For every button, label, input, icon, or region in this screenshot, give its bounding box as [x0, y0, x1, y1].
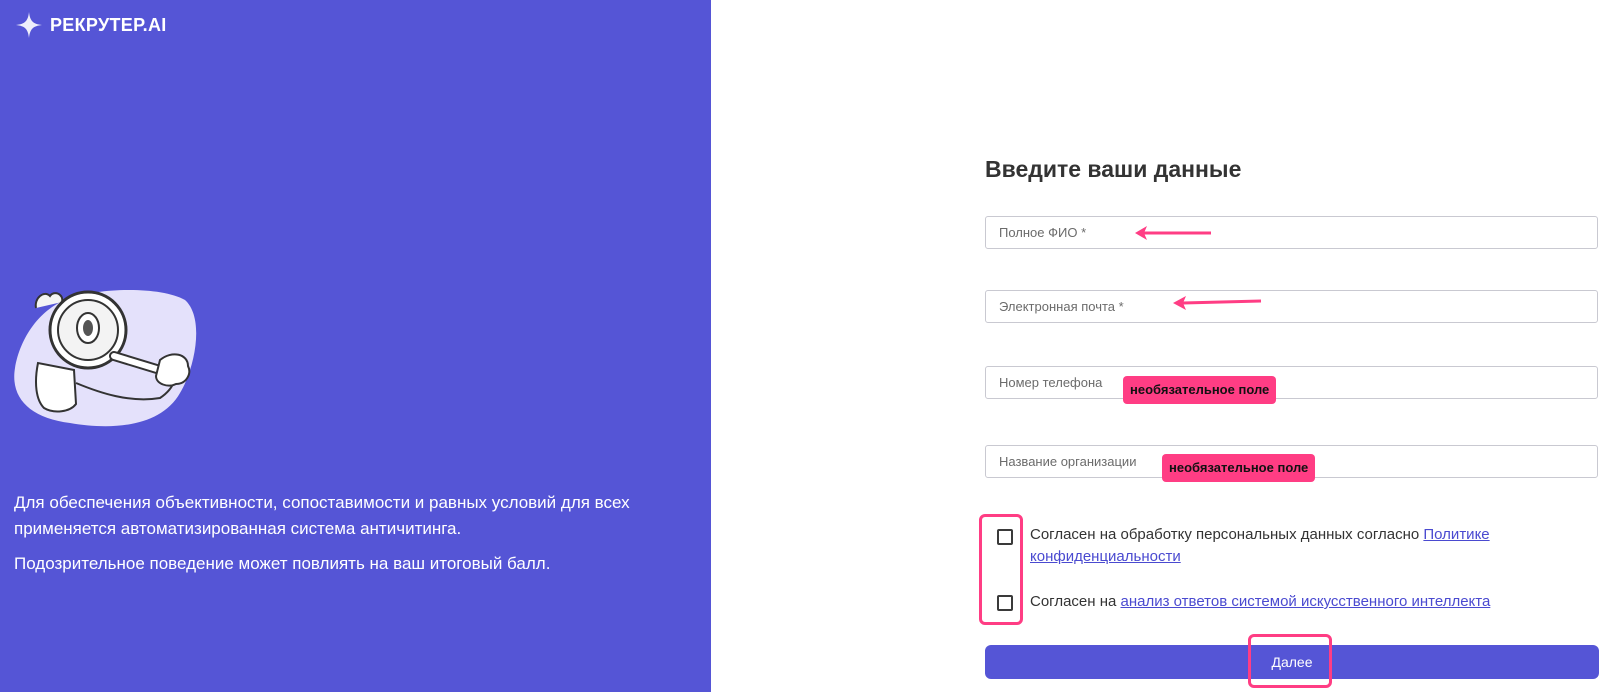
magnifier-mascot-icon — [14, 290, 197, 427]
phone-field[interactable] — [985, 366, 1598, 399]
ai-analysis-consent: Согласен на анализ ответов системой иску… — [1030, 591, 1570, 613]
anticheat-notice: Для обеспечения объективности, сопостави… — [14, 490, 654, 586]
arrow-annotation-icon — [1173, 296, 1262, 310]
ai-analysis-consent-text: Согласен на — [1030, 593, 1121, 610]
email-input[interactable] — [999, 291, 1597, 322]
full-name-input[interactable] — [999, 217, 1597, 248]
personal-data-consent-text: Согласен на обработку персональных данны… — [1030, 526, 1424, 543]
full-name-field[interactable] — [985, 216, 1598, 249]
ai-analysis-link[interactable]: анализ ответов системой искусственного и… — [1121, 593, 1491, 610]
email-field[interactable] — [985, 290, 1598, 323]
next-button-highlight — [1248, 634, 1332, 688]
personal-data-consent: Согласен на обработку персональных данны… — [1030, 524, 1570, 568]
ai-analysis-checkbox[interactable] — [997, 595, 1013, 611]
form-title: Введите ваши данные — [985, 156, 1242, 182]
phone-input[interactable] — [999, 367, 1597, 398]
optional-field-tag: необязательное поле — [1123, 376, 1277, 404]
anticheat-text: Для обеспечения объективности, сопостави… — [14, 493, 630, 538]
info-panel: РЕКРУТЕР.AI Для обеспечения объективност… — [0, 0, 711, 692]
optional-field-tag: необязательное поле — [1162, 454, 1316, 482]
brand-logo[interactable]: РЕКРУТЕР.AI — [14, 10, 167, 40]
personal-data-checkbox[interactable] — [997, 529, 1013, 545]
score-warning-text: Подозрительное поведение может повлиять … — [14, 554, 551, 573]
brand-name: РЕКРУТЕР.AI — [50, 14, 167, 35]
sparkle-icon — [16, 12, 42, 38]
arrow-annotation-icon — [1135, 226, 1211, 240]
